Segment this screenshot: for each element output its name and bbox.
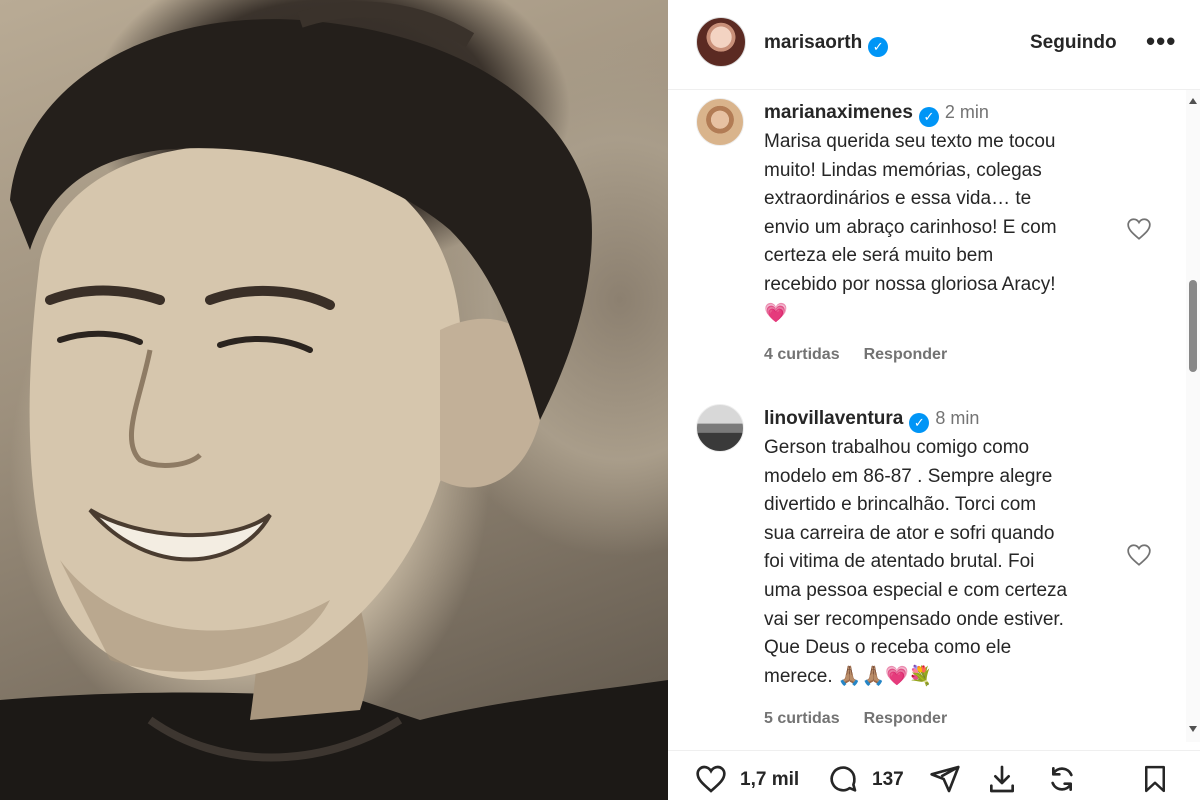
reply-button[interactable]: Responder <box>864 346 948 363</box>
post-photo <box>0 0 668 800</box>
owner-username[interactable]: marisaorth ✓ <box>764 32 889 57</box>
comment-text: Marisa querida seu texto me tocou muito!… <box>764 128 1124 328</box>
owner-username-text[interactable]: marisaorth <box>764 32 862 53</box>
following-button[interactable]: Seguindo <box>1030 32 1117 54</box>
comment-meta: 5 curtidas Responder <box>764 710 947 728</box>
like-comment-heart-icon[interactable] <box>1126 542 1152 568</box>
commenter-username[interactable]: linovillaventura <box>764 408 903 429</box>
comment-meta: 4 curtidas Responder <box>764 346 947 364</box>
comment-header: linovillaventura ✓ 8 min <box>764 408 979 433</box>
scroll-down-arrow-icon[interactable] <box>1189 726 1197 732</box>
more-options-icon[interactable]: ••• <box>1146 26 1176 57</box>
post-header: marisaorth ✓ Seguindo ••• <box>668 0 1200 90</box>
comment-line: uma pessoa especial e com certeza <box>764 579 1068 601</box>
comment-line: envio um abraço carinhoso! E com <box>764 216 1057 238</box>
comment-last-line: merece. 🙏🏽🙏🏽💗💐 <box>764 663 1124 692</box>
repost-icon[interactable] <box>1046 763 1078 795</box>
post-side-panel: marisaorth ✓ Seguindo ••• marianaximenes ✓… <box>668 0 1200 800</box>
portrait-illustration <box>0 1 668 800</box>
comment-line: Marisa querida seu texto me tocou <box>764 131 1056 152</box>
commenter-avatar[interactable] <box>696 404 744 452</box>
bookmark-icon[interactable] <box>1140 763 1170 795</box>
share-icon[interactable] <box>928 763 962 795</box>
comment-time: 8 min <box>935 408 980 428</box>
comment-emoji: 🙏🏽🙏🏽💗💐 <box>837 665 933 687</box>
verified-badge-icon: ✓ <box>909 413 930 433</box>
comment-emoji: 💗 <box>764 302 788 324</box>
heart-icon[interactable] <box>694 763 728 795</box>
scroll-up-arrow-icon[interactable] <box>1189 98 1197 104</box>
comment-line: sua carreira de ator e sofri quando <box>764 522 1055 544</box>
verified-badge-icon: ✓ <box>918 107 939 127</box>
verified-badge-icon: ✓ <box>868 37 889 57</box>
post-actions-bar: 1,7 mil 137 <box>668 750 1200 800</box>
comment-line: recebido por nossa gloriosa Aracy! <box>764 273 1056 295</box>
comment-line: Que Deus o receba como ele <box>764 637 1012 659</box>
comment-line: foi vitima de atentado brutal. Foi <box>764 551 1035 573</box>
comment-line: modelo em 86-87 . Sempre alegre <box>764 465 1053 487</box>
comments-list: marianaximenes ✓ 2 min Marisa querida seu … <box>668 90 1188 742</box>
like-comment-heart-icon[interactable] <box>1126 216 1152 242</box>
comments-count[interactable]: 137 <box>872 769 904 791</box>
owner-avatar[interactable] <box>696 17 746 67</box>
download-icon[interactable] <box>986 763 1018 795</box>
comment-header: marianaximenes ✓ 2 min <box>764 102 989 127</box>
comment-icon[interactable] <box>826 763 860 795</box>
reply-button[interactable]: Responder <box>864 710 948 727</box>
comment-line: Gerson trabalhou comigo como <box>764 437 1030 458</box>
comment-line: muito! Lindas memórias, colegas <box>764 159 1042 181</box>
comment-line: certeza ele será muito bem <box>764 245 994 267</box>
comment-likes[interactable]: 4 curtidas <box>764 346 840 363</box>
likes-count[interactable]: 1,7 mil <box>740 769 799 791</box>
scroll-thumb[interactable] <box>1189 280 1197 372</box>
commenter-username[interactable]: marianaximenes <box>764 102 913 123</box>
comment-text: Gerson trabalhou comigo como modelo em 8… <box>764 434 1124 691</box>
comment-likes[interactable]: 5 curtidas <box>764 710 840 727</box>
comment-line: extraordinários e essa vida… te <box>764 188 1032 210</box>
comment-line: divertido e brincalhão. Torci com <box>764 494 1037 516</box>
comment-time: 2 min <box>944 102 989 122</box>
comment-last-line-text: merece. <box>764 665 833 687</box>
commenter-avatar[interactable] <box>696 98 744 146</box>
comment-line: vai ser recompensado onde estiver. <box>764 608 1064 630</box>
comments-scrollbar[interactable] <box>1186 90 1200 742</box>
